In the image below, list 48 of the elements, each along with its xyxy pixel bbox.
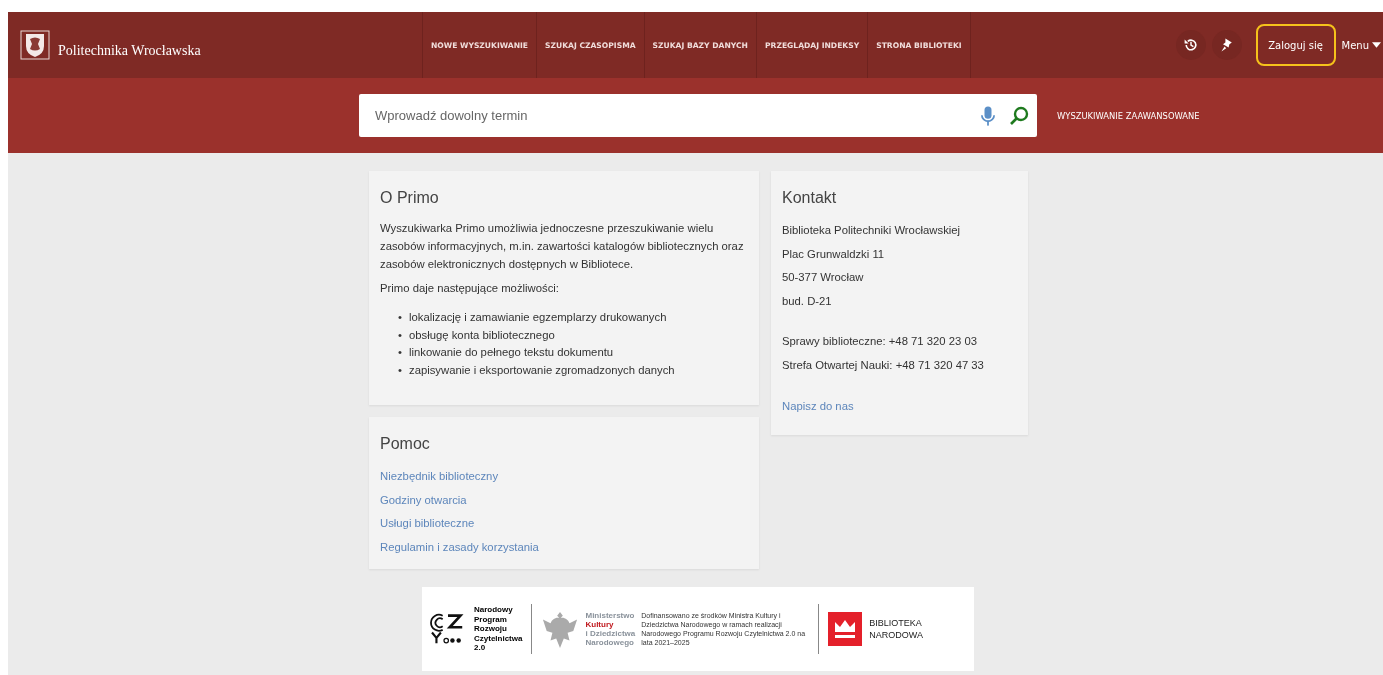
- help-link[interactable]: Regulamin i zasady korzystania: [380, 535, 748, 560]
- help-link[interactable]: Usługi biblioteczne: [380, 512, 748, 536]
- ministry-name: Ministerstwo: [585, 611, 636, 620]
- university-name[interactable]: Politechnika Wrocławska: [58, 43, 201, 59]
- program-name: Program: [474, 614, 508, 625]
- library-name: BIBLIOTEKA: [869, 617, 923, 629]
- ministry-name: Kultury: [585, 620, 615, 629]
- address-line: Plac Grunwaldzki 11: [782, 246, 886, 262]
- ministry-name: Narodowego: [585, 638, 635, 647]
- program-name: Narodowy: [474, 605, 514, 615]
- phone-line: Strefa Otwartej Nauki: +48 71 320 47 33: [782, 357, 985, 373]
- feature-item: lokalizację i zamawianie egzemplarzy drukowanych: [409, 310, 667, 325]
- program-name: 2.0: [474, 643, 487, 653]
- login-button[interactable]: Zaloguj się: [1255, 24, 1336, 66]
- crest-logo-icon[interactable]: [20, 30, 50, 60]
- help-link[interactable]: Niezbędnik biblioteczny: [380, 465, 748, 489]
- feature-item: obsługę konta bibliotecznego: [409, 327, 555, 343]
- crown-logo-icon: [828, 612, 863, 646]
- bullet-mark: •: [398, 327, 403, 343]
- about-text: Primo daje następujące możliwości:: [380, 281, 560, 296]
- program-name: Czytelnictwa: [474, 633, 523, 644]
- feature-item: zapisywanie i eksportowanie zgromadzonych danych: [409, 362, 675, 378]
- library-name: NARODOWA: [869, 629, 923, 641]
- address-line: 50-377 Wrocław: [782, 270, 865, 286]
- card-title: Kontakt: [782, 189, 838, 207]
- about-text: Wyszukiwarka Primo umożliwia jednoczesne przeszukiwanie wielu zasobów informacyjnych, m.in. zawartości katalogów bibliotecznych oraz zasobów elektronicznych dostępnych w Bibliotece.: [380, 221, 745, 272]
- contact-link[interactable]: Napisz do nas: [782, 394, 1017, 419]
- advanced-search-link[interactable]: WYSZUKIWANIE ZAAWANSOWANE: [1057, 110, 1200, 121]
- history-icon[interactable]: [1175, 30, 1206, 60]
- caret-icon: [1372, 42, 1381, 48]
- bullet-mark: •: [398, 345, 403, 361]
- microphone-icon[interactable]: [981, 105, 995, 126]
- menu-button[interactable]: Menu: [1341, 39, 1383, 51]
- program-logo-icon: [430, 613, 466, 645]
- card-title: O Primo: [380, 189, 440, 207]
- search-icon[interactable]: [1009, 105, 1029, 126]
- program-name: Rozwoju: [474, 624, 508, 634]
- help-link[interactable]: Godziny otwarcia: [380, 488, 748, 513]
- pin-icon[interactable]: [1211, 30, 1242, 60]
- phone-line: Sprawy biblioteczne: +48 71 320 23 03: [782, 334, 978, 350]
- bullet-mark: •: [398, 362, 403, 378]
- bullet-mark: •: [398, 310, 403, 325]
- address-line: Biblioteka Politechniki Wrocławskiej: [782, 223, 962, 238]
- card-title: Pomoc: [380, 435, 431, 453]
- search-bar[interactable]: Wprowadź dowolny termin: [359, 94, 1037, 137]
- ministry-name: i Dziedzictwa: [585, 629, 636, 638]
- feature-item: linkowanie do pełnego tekstu dokumentu: [409, 345, 614, 361]
- address-line: bud. D-21: [782, 293, 833, 309]
